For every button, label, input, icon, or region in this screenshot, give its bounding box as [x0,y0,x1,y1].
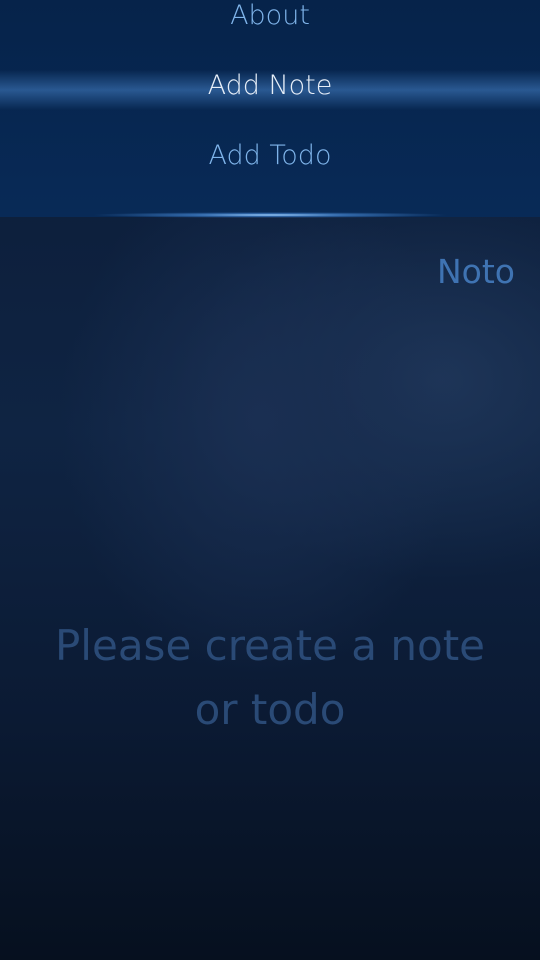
pulley-menu: About Add Note Add Todo [0,0,540,217]
menu-item-add-todo[interactable]: Add Todo [0,140,540,171]
page-title: Noto [436,252,515,291]
menu-item-about[interactable]: About [0,0,540,31]
empty-placeholder: Please create a note or todo [54,621,486,734]
menu-indicator [90,212,450,218]
menu-item-add-note[interactable]: Add Note [0,70,540,101]
